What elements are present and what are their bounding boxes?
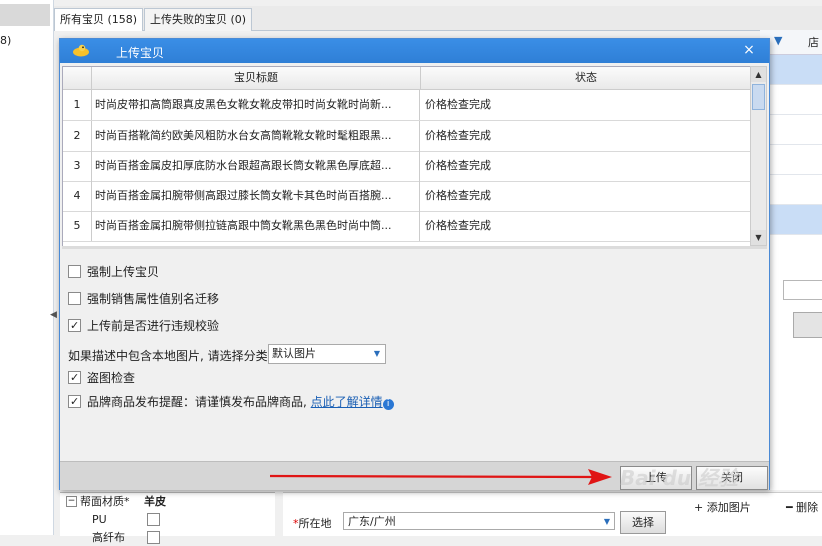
image-category-select[interactable]: 默认图片 ▼ [268,344,386,364]
image-category-value: 默认图片 [272,347,316,360]
tab-all-items[interactable]: 所有宝贝 (158) [54,8,144,31]
row-status: 价格检查完成 [425,98,491,111]
item-tabs: 所有宝贝 (158) 上传失败的宝贝 (0) [54,6,822,31]
delete-image-button[interactable]: ━ 删除 [786,499,818,515]
option-violation-check[interactable]: 上传前是否进行违规校验 [68,317,219,335]
row-title: 时尚百搭金属扣腕带侧拉链高跟中筒女靴黑色黑色时尚中筒... [93,211,420,241]
force-upload-checkbox[interactable] [68,265,81,278]
table-row[interactable]: 5 时尚百搭金属扣腕带侧拉链高跟中筒女靴黑色黑色时尚中筒... 价格检查完成 [63,211,751,242]
brand-notice-checkbox[interactable] [68,393,81,411]
collapse-minus-icon[interactable]: − [66,496,77,507]
row-status: 价格检查完成 [425,189,491,202]
detail-link[interactable]: 点此了解详情 [311,395,383,409]
left-item-count: 8) [0,34,12,47]
force-sale-attr-label: 强制销售属性值别名迁移 [87,292,220,306]
attribute-row: PU [60,511,275,528]
dialog-title: 上传宝贝 [116,46,165,60]
background-input[interactable] [783,280,822,300]
scrollbar-thumb[interactable] [752,84,765,110]
anti-theft-checkbox[interactable] [68,369,81,387]
option-force-upload[interactable]: 强制上传宝贝 [68,263,159,281]
scroll-down-icon[interactable]: ▼ [751,230,766,245]
upload-items-dialog: 上传宝贝 × 宝贝标题 状态 1 时尚皮带扣高筒跟真皮黑色女靴女靴皮带扣时尚女靴… [59,38,770,490]
violation-check-checkbox[interactable] [68,317,81,335]
attribute-label: 高纤布 [92,531,125,544]
table-header-title: 宝贝标题 [92,67,421,90]
row-number: 4 [63,181,92,211]
info-icon[interactable]: i [382,399,394,410]
option-force-sale-attr[interactable]: 强制销售属性值别名迁移 [68,290,219,308]
row-number: 2 [63,121,92,151]
table-row[interactable]: 4 时尚百搭金属扣腕带侧高跟过膝长筒女靴卡其色时尚百搭腕... 价格检查完成 [63,181,751,212]
attribute-group-row: − 帮面材质* 羊皮 [60,493,275,510]
option-brand-notice[interactable]: 品牌商品发布提醒：请谨慎发布品牌商品, 点此了解详情i [68,393,394,411]
location-choose-button[interactable]: 选择 [620,511,666,534]
row-status: 价格检查完成 [425,159,491,172]
row-status: 价格检查完成 [425,219,491,232]
scroll-up-icon[interactable]: ▲ [751,67,766,82]
attribute-checkbox[interactable] [147,513,160,526]
tab-upload-failed[interactable]: 上传失败的宝贝 (0) [144,8,253,31]
row-number: 1 [63,90,92,120]
background-button[interactable] [793,312,822,338]
force-sale-attr-checkbox[interactable] [68,292,81,305]
row-number: 3 [63,151,92,181]
location-select[interactable]: 广东/广州 ▼ [343,512,615,530]
grid-column-header: 店 [808,36,819,49]
table-header-status: 状态 [421,67,751,90]
attribute-panel: − 帮面材质* 羊皮 PU 高纤布 [60,492,275,544]
violation-check-label: 上传前是否进行违规校验 [87,319,220,333]
attribute-checkbox[interactable] [147,531,160,544]
location-label: *所在地 [293,517,332,530]
anti-theft-label: 盗图检查 [87,371,136,385]
table-row[interactable]: 3 时尚百搭金属皮扣厚底防水台跟超高跟长筒女靴黑色厚底超... 价格检查完成 [63,151,751,182]
dialog-titlebar[interactable]: 上传宝贝 × [60,39,769,63]
row-title: 时尚皮带扣高筒跟真皮黑色女靴女靴皮带扣时尚女靴时尚新... [93,90,420,120]
row-title: 时尚百搭金属扣腕带侧高跟过膝长筒女靴卡其色时尚百搭腕... [93,181,420,211]
left-navigation-pane: 8) [0,0,54,535]
location-value: 广东/广州 [348,515,396,528]
app-logo-icon [73,44,89,57]
annotation-arrow-icon [269,469,612,485]
row-status: 价格检查完成 [425,129,491,142]
row-title: 时尚百搭金属皮扣厚底防水台跟超高跟长筒女靴黑色厚底超... [93,151,420,181]
category-prompt: 如果描述中包含本地图片, 请选择分类 [68,349,268,363]
table-row[interactable]: 1 时尚皮带扣高筒跟真皮黑色女靴女靴皮带扣时尚女靴时尚新... 价格检查完成 [63,90,751,121]
force-upload-label: 强制上传宝贝 [87,265,160,279]
table-vertical-scrollbar[interactable]: ▲ ▼ [750,66,767,246]
watermark: Bai du 经验 [620,466,739,490]
filter-icon[interactable]: ▼ [774,34,782,47]
upload-items-table: 宝贝标题 状态 1 时尚皮带扣高筒跟真皮黑色女靴女靴皮带扣时尚女靴时尚新... … [62,66,752,248]
row-title: 时尚百搭靴简约欧美风粗防水台女高筒靴靴女靴时髦粗跟黑... [93,121,420,151]
attribute-group-name: 帮面材质* [80,495,130,508]
table-horizontal-scrollbar[interactable] [62,246,767,249]
dropdown-arrow-icon: ▼ [373,349,380,358]
collapse-handle-icon[interactable]: ◀ [50,310,57,324]
dialog-close-icon[interactable]: × [740,41,758,59]
dropdown-arrow-icon: ▼ [603,517,610,526]
table-row[interactable]: 2 时尚百搭靴简约欧美风粗防水台女高筒靴靴女靴时髦粗跟黑... 价格检查完成 [63,121,751,152]
row-number: 5 [63,211,92,241]
left-selected-item[interactable] [0,4,50,26]
attribute-group-value: 羊皮 [144,495,166,508]
option-anti-theft[interactable]: 盗图检查 [68,369,135,387]
brand-notice-label: 品牌商品发布提醒：请谨慎发布品牌商品, [87,395,307,409]
attribute-label: PU [92,513,107,526]
table-header-number [63,67,92,90]
attribute-row: 高纤布 [60,529,275,546]
